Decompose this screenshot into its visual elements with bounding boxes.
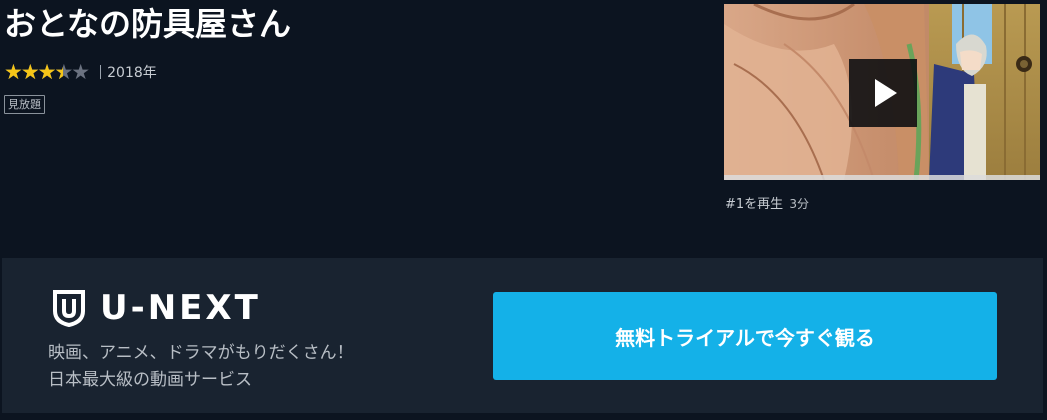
- play-icon: [875, 79, 897, 107]
- divider: [100, 65, 102, 79]
- thumbnail-progress-bar: [724, 175, 1040, 180]
- free-trial-button[interactable]: 無料トライアルで今すぐ観る: [493, 292, 997, 380]
- page-title: おとなの防具屋さん: [4, 5, 292, 43]
- unext-banner: U-NEXT 映画、アニメ、ドラマがもりだくさん！ 日本最大級の動画サービス 無…: [2, 258, 1043, 413]
- tagline-line-2: 日本最大級の動画サービス: [48, 370, 252, 390]
- episode-label: #1を再生: [725, 197, 784, 212]
- availability-badge: 見放題: [4, 95, 45, 114]
- star-rating-filled: ★★★★★: [4, 61, 63, 83]
- page: おとなの防具屋さん ★★★★★ ★★★★★ 2018年 見放題: [0, 0, 1047, 420]
- brand-name: U-NEXT: [100, 288, 261, 328]
- tagline-line-1: 映画、アニメ、ドラマがもりだくさん！: [48, 343, 354, 363]
- tagline: 映画、アニメ、ドラマがもりだくさん！ 日本最大級の動画サービス: [48, 340, 354, 394]
- star-rating: ★★★★★ ★★★★★: [4, 61, 90, 83]
- unext-logo: U-NEXT: [52, 289, 261, 327]
- rating-row: ★★★★★ ★★★★★ 2018年: [4, 61, 157, 83]
- release-year: 2018年: [107, 65, 157, 81]
- play-button[interactable]: [849, 59, 917, 127]
- episode-duration: 3分: [789, 197, 809, 211]
- episode-thumbnail[interactable]: [724, 4, 1040, 180]
- shield-icon: [53, 290, 85, 327]
- episode-caption[interactable]: #1を再生 3分: [725, 193, 809, 212]
